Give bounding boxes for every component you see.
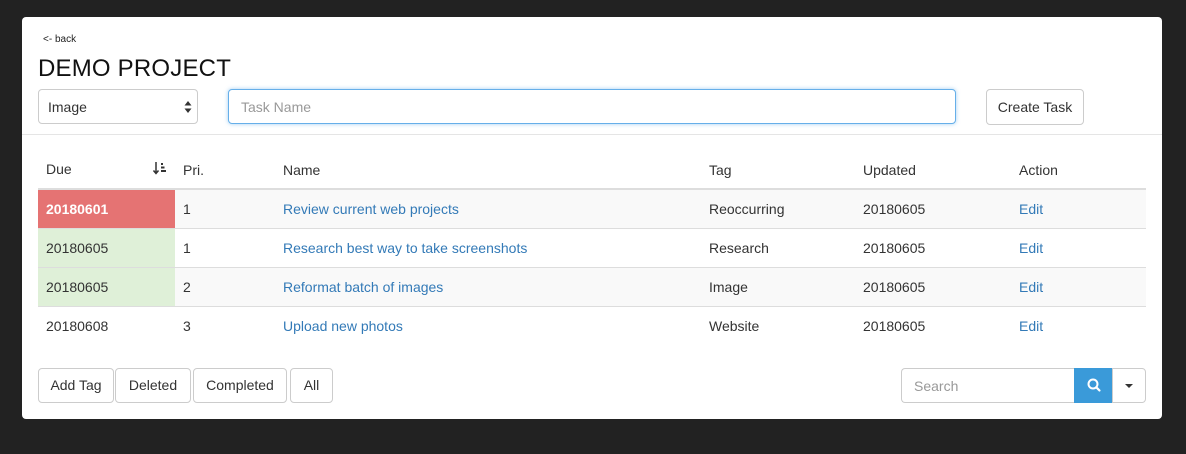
column-header-name[interactable]: Name [275, 151, 701, 190]
tasks-table: Due Pri. Name Tag Updated Action 2018060… [38, 151, 1146, 345]
priority-cell: 3 [175, 305, 275, 345]
due-cell: 20180608 [38, 305, 175, 345]
priority-cell: 1 [175, 188, 275, 228]
name-cell: Reformat batch of images [275, 266, 701, 306]
page-title: DEMO PROJECT [38, 55, 232, 82]
updated-cell: 20180605 [855, 266, 1011, 306]
column-header-priority[interactable]: Pri. [175, 151, 275, 190]
table-row: 20180605 2 Reformat batch of images Imag… [38, 266, 1146, 306]
name-cell: Research best way to take screenshots [275, 227, 701, 267]
task-name-link[interactable]: Research best way to take screenshots [283, 240, 527, 256]
edit-link[interactable]: Edit [1019, 318, 1043, 334]
action-cell: Edit [1011, 305, 1146, 345]
deleted-filter-button[interactable]: Deleted [115, 368, 191, 403]
due-cell: 20180601 [38, 188, 175, 228]
table-row: 20180601 1 Review current web projects R… [38, 188, 1146, 228]
search-options-dropdown[interactable] [1112, 368, 1146, 403]
edit-link[interactable]: Edit [1019, 279, 1043, 295]
priority-cell: 2 [175, 266, 275, 306]
caret-down-icon [1125, 384, 1133, 388]
updated-cell: 20180605 [855, 227, 1011, 267]
task-name-input[interactable] [228, 89, 956, 124]
select-arrows-icon [184, 101, 192, 113]
priority-cell: 1 [175, 227, 275, 267]
header-divider [22, 134, 1162, 135]
add-tag-button[interactable]: Add Tag [38, 368, 114, 403]
updated-cell: 20180605 [855, 188, 1011, 228]
tag-cell: Website [701, 305, 855, 345]
edit-link[interactable]: Edit [1019, 240, 1043, 256]
column-header-due[interactable]: Due [38, 151, 175, 190]
project-card: <- back DEMO PROJECT Image Create Task D… [22, 17, 1162, 419]
column-header-due-label: Due [46, 161, 72, 177]
action-cell: Edit [1011, 266, 1146, 306]
task-name-link[interactable]: Review current web projects [283, 201, 459, 217]
table-row: 20180605 1 Research best way to take scr… [38, 227, 1146, 267]
task-name-link[interactable]: Reformat batch of images [283, 279, 443, 295]
table-row: 20180608 3 Upload new photos Website 201… [38, 305, 1146, 345]
back-link[interactable]: <- back [43, 34, 76, 45]
task-type-selected-value: Image [48, 99, 87, 115]
column-header-updated[interactable]: Updated [855, 151, 1011, 190]
action-cell: Edit [1011, 227, 1146, 267]
name-cell: Upload new photos [275, 305, 701, 345]
search-icon [1087, 378, 1101, 392]
create-task-button[interactable]: Create Task [986, 89, 1084, 125]
tag-cell: Research [701, 227, 855, 267]
updated-cell: 20180605 [855, 305, 1011, 345]
table-header-row: Due Pri. Name Tag Updated Action [38, 151, 1146, 190]
all-filter-button[interactable]: All [290, 368, 333, 403]
search-button[interactable] [1074, 368, 1112, 403]
edit-link[interactable]: Edit [1019, 201, 1043, 217]
action-cell: Edit [1011, 188, 1146, 228]
sort-ascending-icon[interactable] [152, 161, 167, 178]
task-type-select[interactable]: Image [38, 89, 198, 124]
name-cell: Review current web projects [275, 188, 701, 228]
column-header-action: Action [1011, 151, 1146, 190]
column-header-tag[interactable]: Tag [701, 151, 855, 190]
due-cell: 20180605 [38, 266, 175, 306]
due-cell: 20180605 [38, 227, 175, 267]
completed-filter-button[interactable]: Completed [193, 368, 287, 403]
tag-cell: Image [701, 266, 855, 306]
task-name-link[interactable]: Upload new photos [283, 318, 403, 334]
search-input[interactable] [901, 368, 1074, 403]
tag-cell: Reoccurring [701, 188, 855, 228]
